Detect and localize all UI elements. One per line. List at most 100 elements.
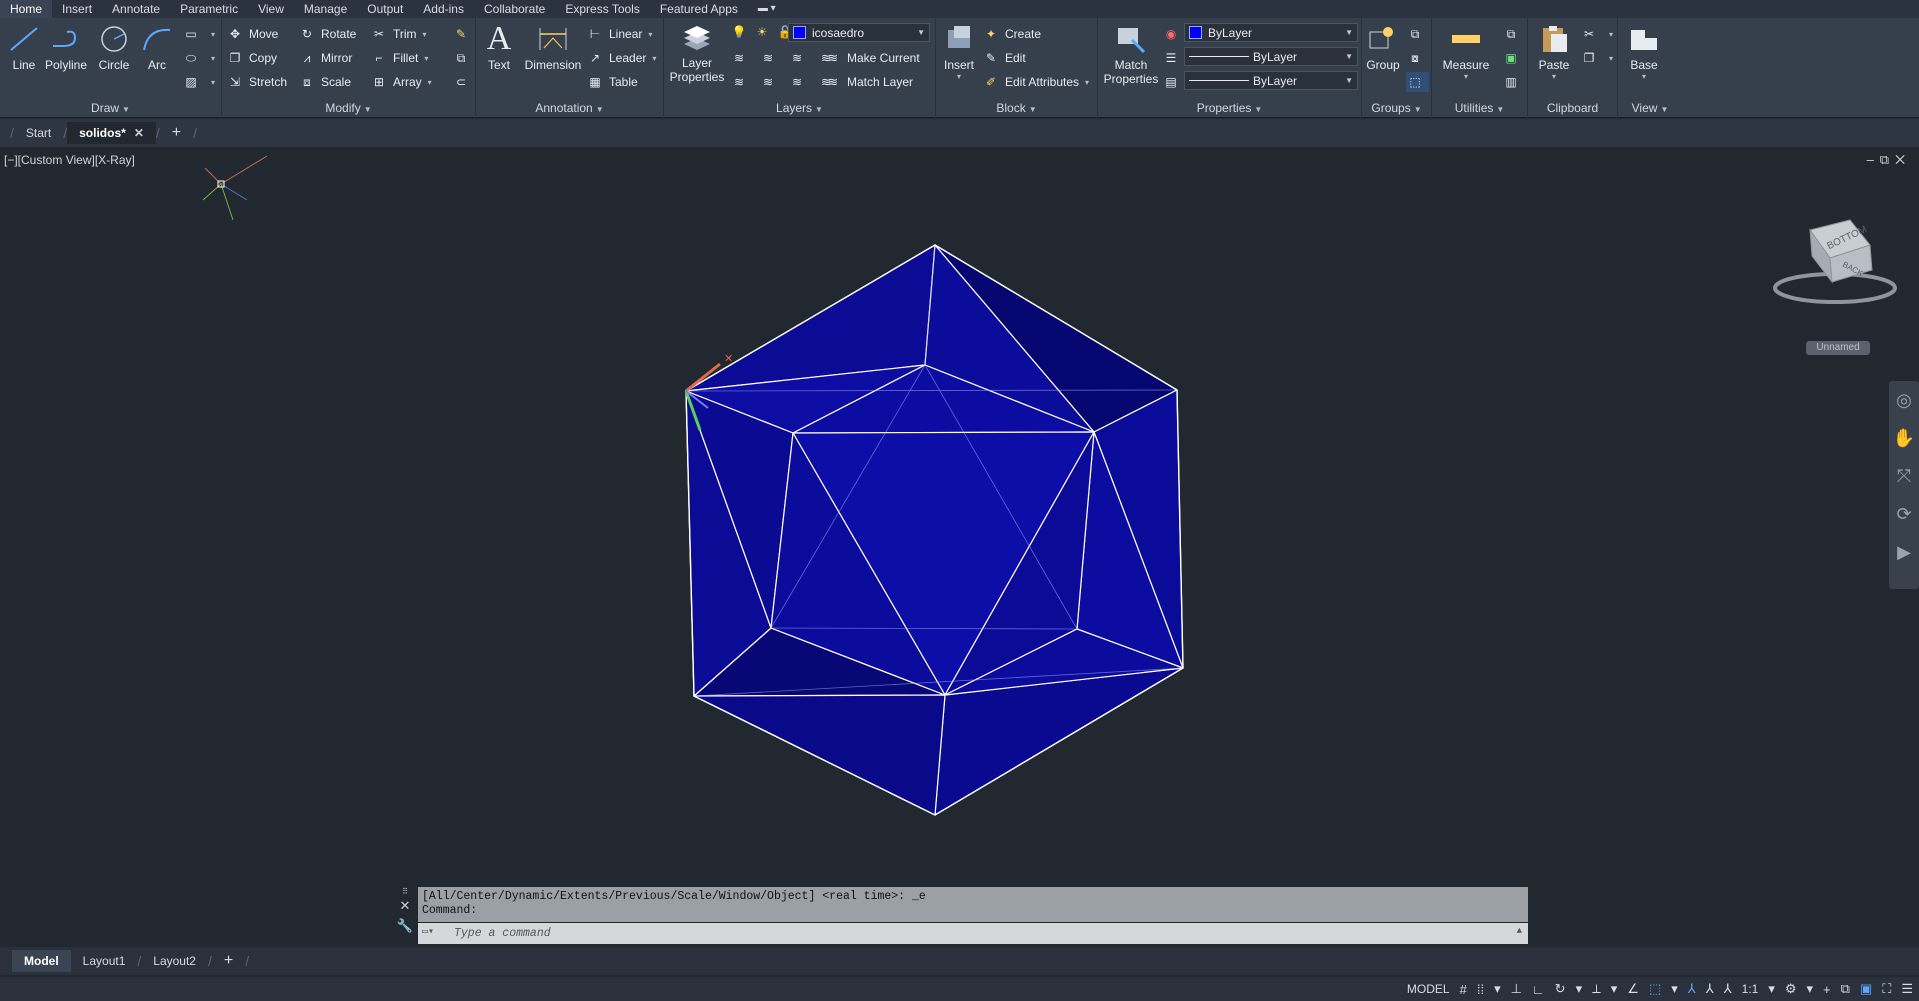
showmotion-icon[interactable]: ▶ xyxy=(1889,533,1919,571)
new-tab-button[interactable]: + xyxy=(160,122,193,144)
grid-icon[interactable]: # xyxy=(1460,982,1467,997)
linetype-dropdown[interactable]: ByLayer ▼ xyxy=(1184,71,1358,90)
object-snap-tracking-icon[interactable]: ∠ xyxy=(1627,981,1639,997)
ellipse-button[interactable]: ⬭ ▾ xyxy=(182,48,215,68)
chevron-down-icon[interactable]: ▾ xyxy=(1576,981,1583,997)
make-current-button[interactable]: ≋ Make Current xyxy=(824,48,920,68)
layer-properties-button[interactable]: Layer Properties xyxy=(666,20,728,84)
view-panel-title[interactable]: View ▼ xyxy=(1618,100,1682,116)
ortho-icon[interactable]: ∟ xyxy=(1532,982,1545,997)
menu-addins[interactable]: Add-ins xyxy=(413,0,474,18)
match-layer-button[interactable]: ≋ Match Layer xyxy=(824,72,913,92)
cut-icon[interactable]: ✂ ▾ xyxy=(1580,24,1613,44)
edit-block-button[interactable]: ✎ Edit xyxy=(982,48,1026,68)
quick-select-icon[interactable]: ⧉ xyxy=(1502,24,1525,44)
menu-view[interactable]: View xyxy=(248,0,294,18)
copy-clip-icon[interactable]: ❐ ▾ xyxy=(1580,48,1613,68)
fillet-button[interactable]: ⌐ Fillet ▾ xyxy=(370,48,428,68)
menu-parametric[interactable]: Parametric xyxy=(170,0,248,18)
chevron-down-icon[interactable]: ▾ xyxy=(1494,981,1501,997)
clipboard-panel-title[interactable]: Clipboard xyxy=(1528,100,1617,116)
annotation-panel-title[interactable]: Annotation ▼ xyxy=(476,100,663,116)
zoom-icon[interactable]: ⤧ xyxy=(1889,457,1919,495)
explode-button[interactable]: ⧉ xyxy=(452,48,475,68)
menu-featured-apps[interactable]: Featured Apps xyxy=(650,0,748,18)
close-icon[interactable]: ✕ xyxy=(394,897,416,915)
tab-model[interactable]: Model xyxy=(12,950,71,972)
command-recent-icon[interactable]: ▭▾ xyxy=(422,926,434,938)
polyline-button[interactable]: Polyline xyxy=(40,22,92,72)
chevron-up-icon[interactable]: ▲ xyxy=(1517,926,1522,936)
color-dropdown[interactable]: ByLayer ▼ xyxy=(1184,23,1358,42)
command-input[interactable]: ▭▾ Type a command ▲ xyxy=(418,923,1528,944)
icosahedron-solid[interactable]: ✕ xyxy=(0,150,1919,940)
tab-start[interactable]: Start xyxy=(14,122,63,144)
erase-button[interactable]: ✎ xyxy=(452,24,475,44)
create-block-button[interactable]: ✦ Create xyxy=(982,24,1041,44)
infer-constraints-icon[interactable]: ⊥ xyxy=(1511,981,1522,997)
match-properties-button[interactable]: Match Properties xyxy=(1100,22,1162,86)
pan-icon[interactable]: ✋ xyxy=(1889,419,1919,457)
viewcube[interactable]: BOTTOM BACK xyxy=(1770,210,1900,310)
menu-annotate[interactable]: Annotate xyxy=(102,0,170,18)
steering-wheel-icon[interactable]: ◎ xyxy=(1889,381,1919,419)
workspace-toggle-icon[interactable]: ▬ ▾ xyxy=(748,0,786,18)
model-space-button[interactable]: MODEL xyxy=(1407,982,1450,996)
mirror-button[interactable]: ⩘ Mirror xyxy=(298,48,353,68)
ungroup-icon[interactable]: ⧉ xyxy=(1406,24,1429,44)
properties-panel-title[interactable]: Properties ▼ xyxy=(1098,100,1361,116)
copy-button[interactable]: ❐ Copy xyxy=(226,48,277,68)
annotation-scale-value[interactable]: 1:1 xyxy=(1742,982,1759,996)
base-view-button[interactable]: Base ▾ xyxy=(1622,22,1666,81)
text-button[interactable]: A Text xyxy=(478,20,520,72)
utilities-panel-title[interactable]: Utilities ▼ xyxy=(1432,100,1527,116)
measure-button[interactable]: Measure ▾ xyxy=(1436,22,1496,81)
chevron-down-icon[interactable]: ▾ xyxy=(1807,981,1814,997)
snap-icon[interactable]: ⁞⁞ xyxy=(1477,982,1484,997)
rectangle-button[interactable]: ▭ ▾ xyxy=(182,24,215,44)
calculator-icon[interactable]: ▥ xyxy=(1502,72,1525,92)
modify-panel-title[interactable]: Modify ▼ xyxy=(222,100,475,116)
polar-icon[interactable]: ↻ xyxy=(1555,981,1566,997)
group-edit-icon[interactable]: ⧇ xyxy=(1406,48,1429,68)
group-button[interactable]: Group xyxy=(1362,22,1404,72)
tab-layout2[interactable]: Layout2 xyxy=(141,950,208,972)
arc-button[interactable]: Arc xyxy=(135,22,179,72)
insert-block-button[interactable]: Insert ▾ xyxy=(938,22,980,81)
array-button[interactable]: ⊞ Array ▾ xyxy=(370,72,432,92)
chevron-down-icon[interactable]: ▾ xyxy=(1671,981,1678,997)
annotation-scale-icon[interactable]: ⅄ xyxy=(1724,981,1732,997)
edit-attributes-button[interactable]: ✐ Edit Attributes ▾ xyxy=(982,72,1089,92)
block-panel-title[interactable]: Block ▼ xyxy=(936,100,1097,116)
offset-button[interactable]: ⊂ xyxy=(452,72,475,92)
close-icon[interactable]: ✕ xyxy=(134,126,144,140)
menu-collaborate[interactable]: Collaborate xyxy=(474,0,555,18)
plus-icon[interactable]: + xyxy=(1823,982,1831,997)
wrench-icon[interactable]: 🔧 xyxy=(394,915,416,937)
chevron-down-icon[interactable]: ▾ xyxy=(1768,981,1775,997)
lineweight-dropdown[interactable]: ByLayer ▼ xyxy=(1184,47,1358,66)
rotate-button[interactable]: ↻ Rotate xyxy=(298,24,356,44)
layer-dropdown[interactable]: icosaedro ▼ xyxy=(788,23,930,42)
clean-screen-icon[interactable]: ⛶ xyxy=(1882,981,1891,997)
orbit-icon[interactable]: ⟳ xyxy=(1889,495,1919,533)
move-button[interactable]: ✥ Move xyxy=(226,24,278,44)
chevron-down-icon[interactable]: ▾ xyxy=(1611,981,1618,997)
object-snap-icon[interactable]: ⬚ xyxy=(1649,981,1661,997)
leader-button[interactable]: ↗ Leader ▾ xyxy=(586,48,656,68)
menu-icon[interactable]: ☰ xyxy=(1901,981,1913,997)
command-line-grip[interactable]: ⠿ ✕ 🔧 xyxy=(394,887,416,945)
menu-output[interactable]: Output xyxy=(357,0,413,18)
isolate-objects-icon[interactable]: ⧉ xyxy=(1841,981,1850,997)
menu-insert[interactable]: Insert xyxy=(52,0,102,18)
tab-layout1[interactable]: Layout1 xyxy=(71,950,138,972)
menu-home[interactable]: Home xyxy=(0,0,53,18)
add-layout-button[interactable]: + xyxy=(212,950,245,972)
group-selection-icon[interactable]: ⬚ xyxy=(1406,72,1429,92)
circle-button[interactable]: Circle xyxy=(90,22,138,72)
trim-button[interactable]: ✂ Trim ▾ xyxy=(370,24,427,44)
scale-button[interactable]: ⧈ Scale xyxy=(298,72,351,92)
hardware-acceleration-icon[interactable]: ▣ xyxy=(1860,981,1872,997)
drawing-viewport[interactable]: [−][Custom View][X-Ray] –⧉✕ ✕ BOTTOM BAC… xyxy=(0,150,1919,940)
linear-button[interactable]: ⊢ Linear ▾ xyxy=(586,24,653,44)
